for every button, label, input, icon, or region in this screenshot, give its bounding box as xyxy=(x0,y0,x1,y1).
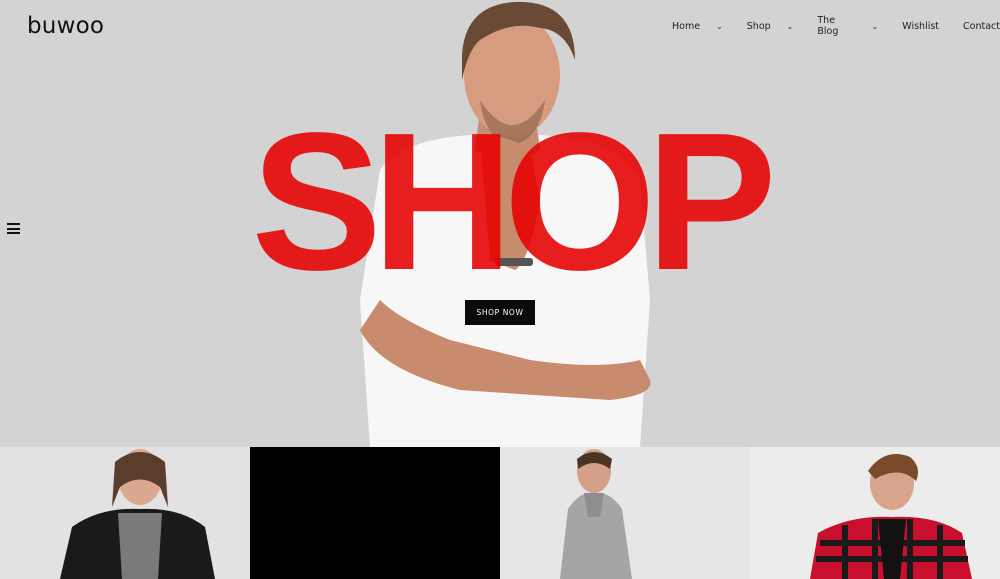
nav-item-label: Shop xyxy=(746,20,771,32)
nav-item-label: Wishlist xyxy=(902,20,940,32)
hero-banner: SHOP SHOP NOW xyxy=(0,0,1000,447)
product-strip xyxy=(0,447,1000,579)
product-tile[interactable] xyxy=(500,447,750,579)
hamburger-line xyxy=(7,223,20,225)
brand-logo[interactable]: buwoo xyxy=(27,13,104,39)
nav-item-shop[interactable]: Shop ⌄ xyxy=(747,21,794,32)
shop-now-button[interactable]: SHOP NOW xyxy=(465,300,535,325)
main-nav: Home ⌄ Shop ⌄ The Blog ⌄ Wishlist Contac… xyxy=(672,15,1000,37)
nav-item-wishlist[interactable]: Wishlist xyxy=(902,21,939,32)
product-tile[interactable] xyxy=(750,447,1000,579)
product-tile[interactable] xyxy=(250,447,500,579)
hamburger-line xyxy=(7,232,20,234)
nav-item-label: The Blog xyxy=(817,15,839,37)
nav-item-contact[interactable]: Contact xyxy=(963,21,1000,32)
hero-headline: SHOP xyxy=(251,92,776,311)
product-image-black-jacket xyxy=(60,449,215,579)
chevron-down-icon: ⌄ xyxy=(716,21,723,31)
product-image-plaid-hoodie xyxy=(810,454,972,579)
nav-item-label: Home xyxy=(672,20,701,32)
product-tile[interactable] xyxy=(0,447,250,579)
product-image-grey-hoodie xyxy=(560,449,632,579)
chevron-down-icon: ⌄ xyxy=(871,21,879,31)
chevron-down-icon: ⌄ xyxy=(786,21,794,31)
nav-item-the-blog[interactable]: The Blog ⌄ xyxy=(817,15,878,37)
hamburger-icon[interactable] xyxy=(7,223,20,234)
hamburger-line xyxy=(7,227,20,230)
nav-item-label: Contact xyxy=(963,20,1000,32)
nav-item-home[interactable]: Home ⌄ xyxy=(672,21,723,32)
